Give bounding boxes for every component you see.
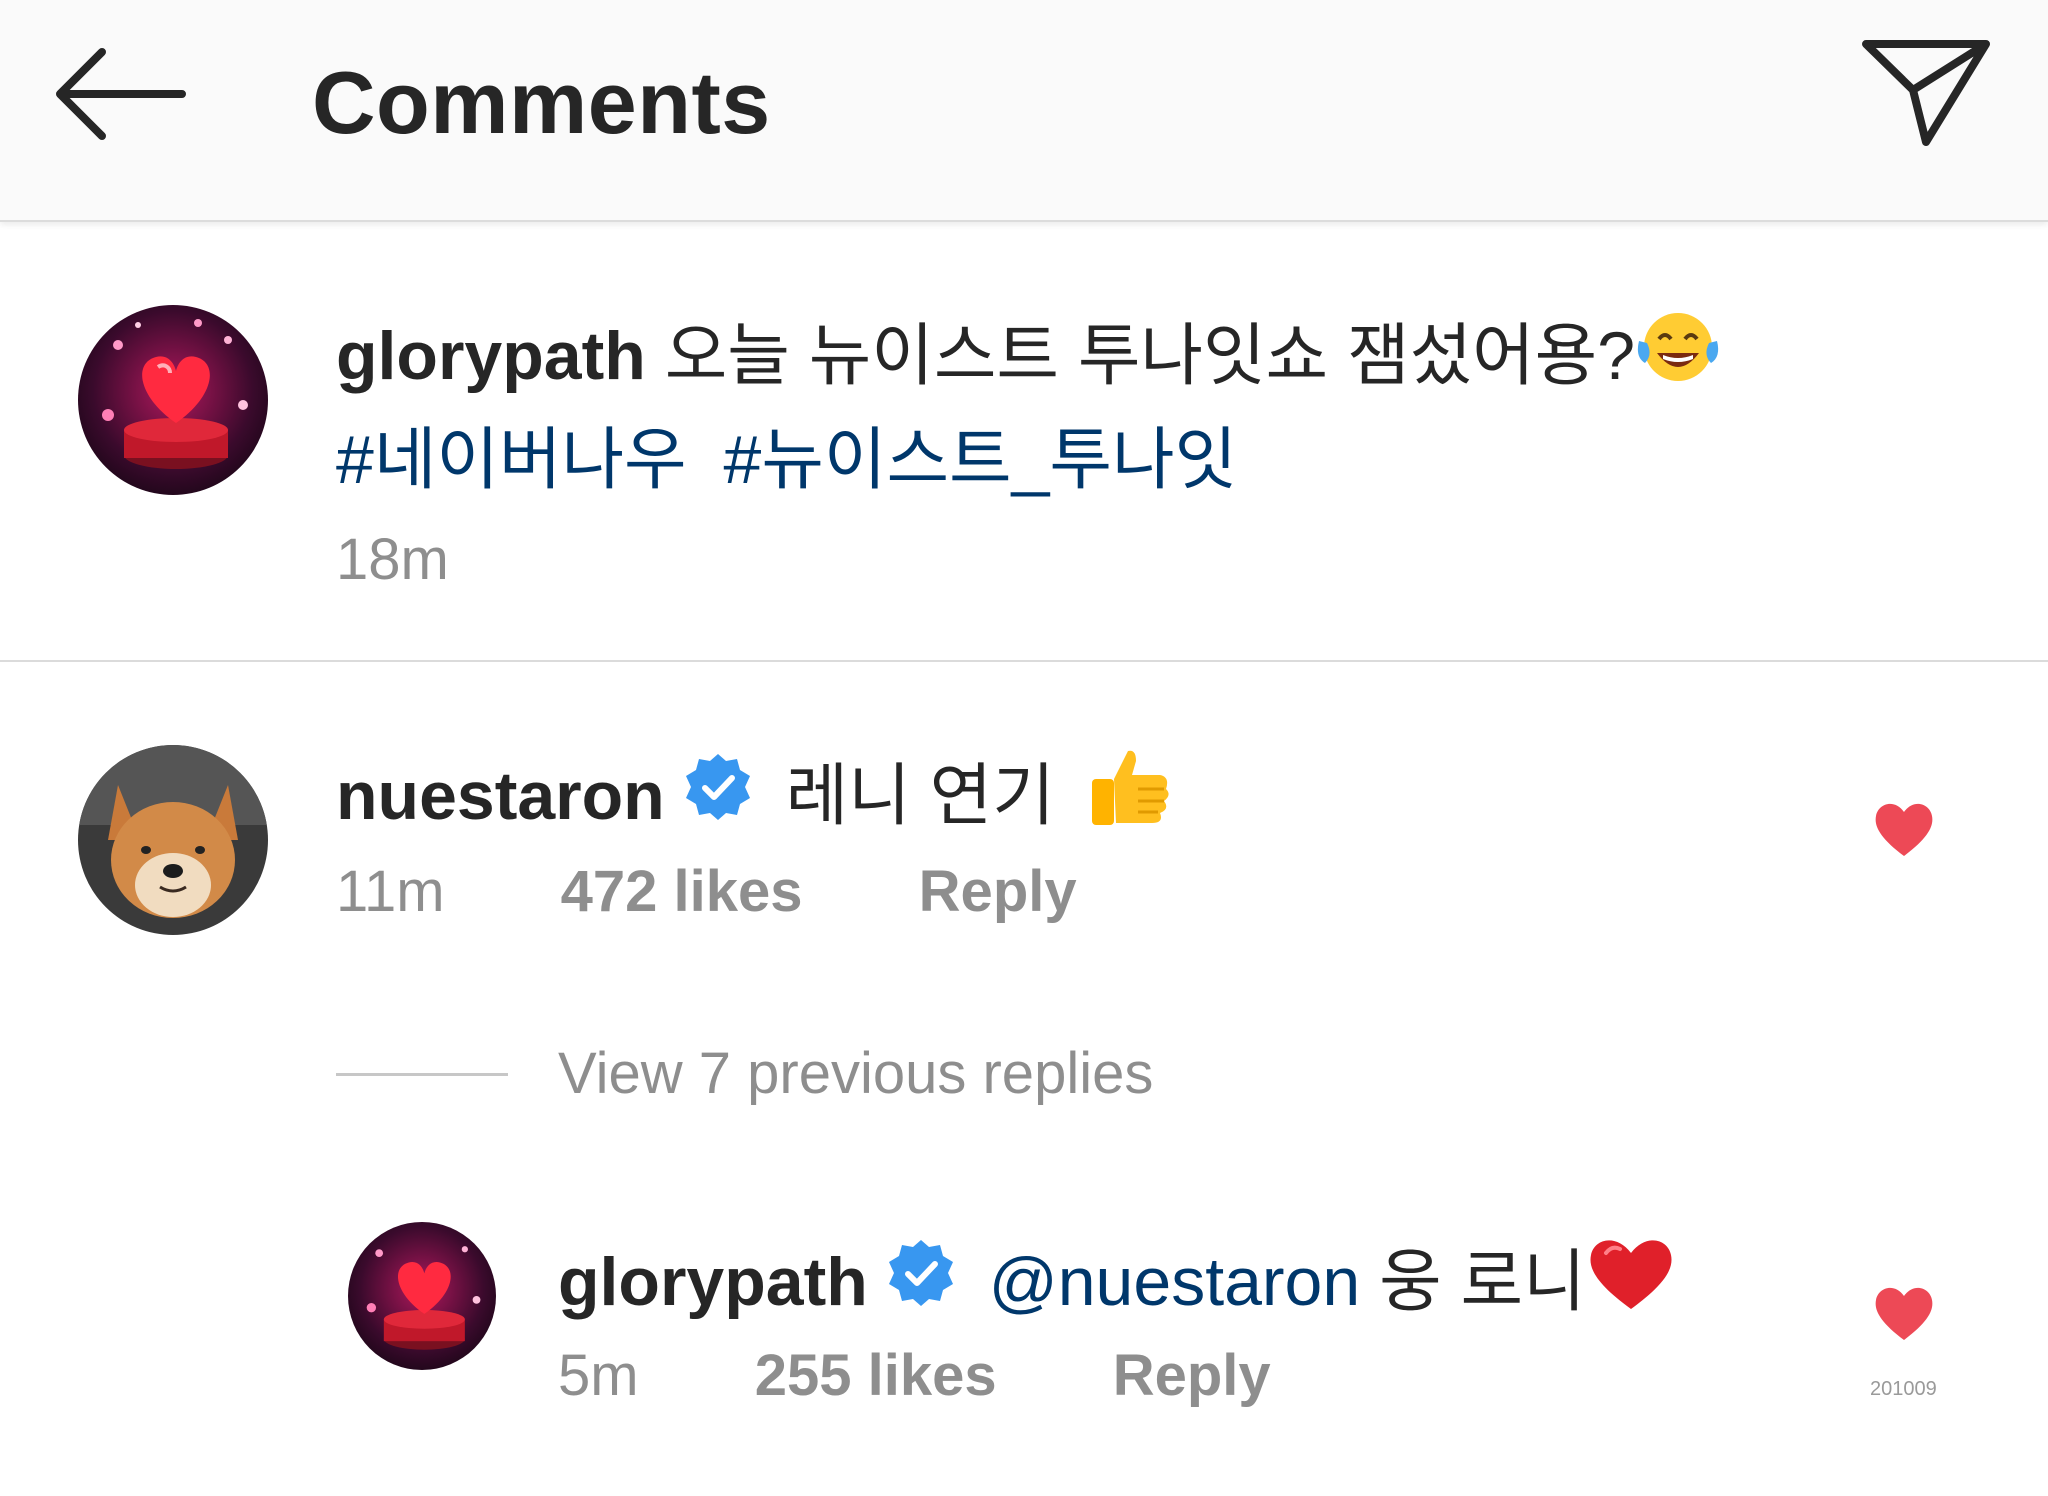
- comment-time: 11m: [336, 859, 445, 924]
- replies-line: [336, 1073, 508, 1076]
- heart-cake-avatar-image: [78, 305, 268, 495]
- verified-badge-icon: [683, 752, 753, 838]
- shiba-dog-avatar-image: [78, 745, 268, 935]
- caption-meta: 18m: [336, 526, 449, 593]
- reply-time: 5m: [558, 1343, 639, 1408]
- avatar[interactable]: [78, 745, 268, 935]
- caption-line: glorypath 오늘 뉴이스트 투나잇쇼 잼섰어용?: [336, 300, 1721, 409]
- reply-text: 웅 로니: [1379, 1244, 1586, 1320]
- comment-username[interactable]: nuestaron: [336, 758, 665, 834]
- share-button[interactable]: [1856, 32, 1996, 162]
- heart-icon: [1875, 803, 1933, 856]
- page-title: Comments: [312, 53, 771, 152]
- reply-likes[interactable]: 255 likes: [755, 1342, 997, 1409]
- top-bar: Comments: [0, 0, 2048, 222]
- back-button[interactable]: [50, 42, 190, 162]
- divider: [0, 660, 2048, 662]
- hashtag-link[interactable]: #네이버나우: [336, 422, 687, 498]
- arrow-left-icon: [56, 48, 186, 140]
- comments-screen: Comments glorypath 오늘 뉴이스트 투나잇쇼 잼섰어용? #네…: [0, 0, 2048, 1496]
- caption-time: 18m: [336, 527, 449, 592]
- reply-meta: 5m 255 likes Reply: [558, 1342, 1271, 1409]
- red-heart-emoji-icon: [1586, 1233, 1676, 1329]
- verified-badge-icon: [886, 1238, 956, 1324]
- caption-hashtags: #네이버나우 #뉴이스트_투나잇: [336, 404, 1237, 503]
- comment-text: 레니 연기: [785, 758, 1055, 834]
- like-button[interactable]: [1872, 798, 1936, 863]
- thumbs-up-emoji-icon: [1084, 745, 1174, 845]
- reply-username[interactable]: glorypath: [558, 1244, 868, 1320]
- avatar[interactable]: [348, 1222, 496, 1370]
- hashtag-link[interactable]: #뉴이스트_투나잇: [724, 422, 1238, 498]
- reply-button[interactable]: Reply: [919, 858, 1077, 925]
- view-replies-label: View 7 previous replies: [558, 1041, 1154, 1106]
- like-button[interactable]: [1872, 1282, 1936, 1347]
- watermark-text: 201009: [1870, 1378, 1937, 1400]
- comment-likes[interactable]: 472 likes: [561, 858, 803, 925]
- heart-cake-avatar-image: [348, 1222, 496, 1370]
- tears-of-joy-emoji-icon: [1635, 307, 1721, 403]
- mention-link[interactable]: @nuestaron: [989, 1244, 1360, 1320]
- comment-meta: 11m 472 likes Reply: [336, 858, 1077, 925]
- comment-line: nuestaron 레니 연기: [336, 740, 1174, 851]
- reply-line: glorypath @nuestaron 웅 로니: [558, 1226, 1676, 1335]
- paper-plane-icon: [1862, 40, 1990, 146]
- heart-icon: [1875, 1287, 1933, 1340]
- caption-username[interactable]: glorypath: [336, 318, 646, 394]
- caption-text: 오늘 뉴이스트 투나잇쇼 잼섰어용?: [664, 318, 1636, 394]
- reply-button[interactable]: Reply: [1113, 1342, 1271, 1409]
- avatar[interactable]: [78, 305, 268, 495]
